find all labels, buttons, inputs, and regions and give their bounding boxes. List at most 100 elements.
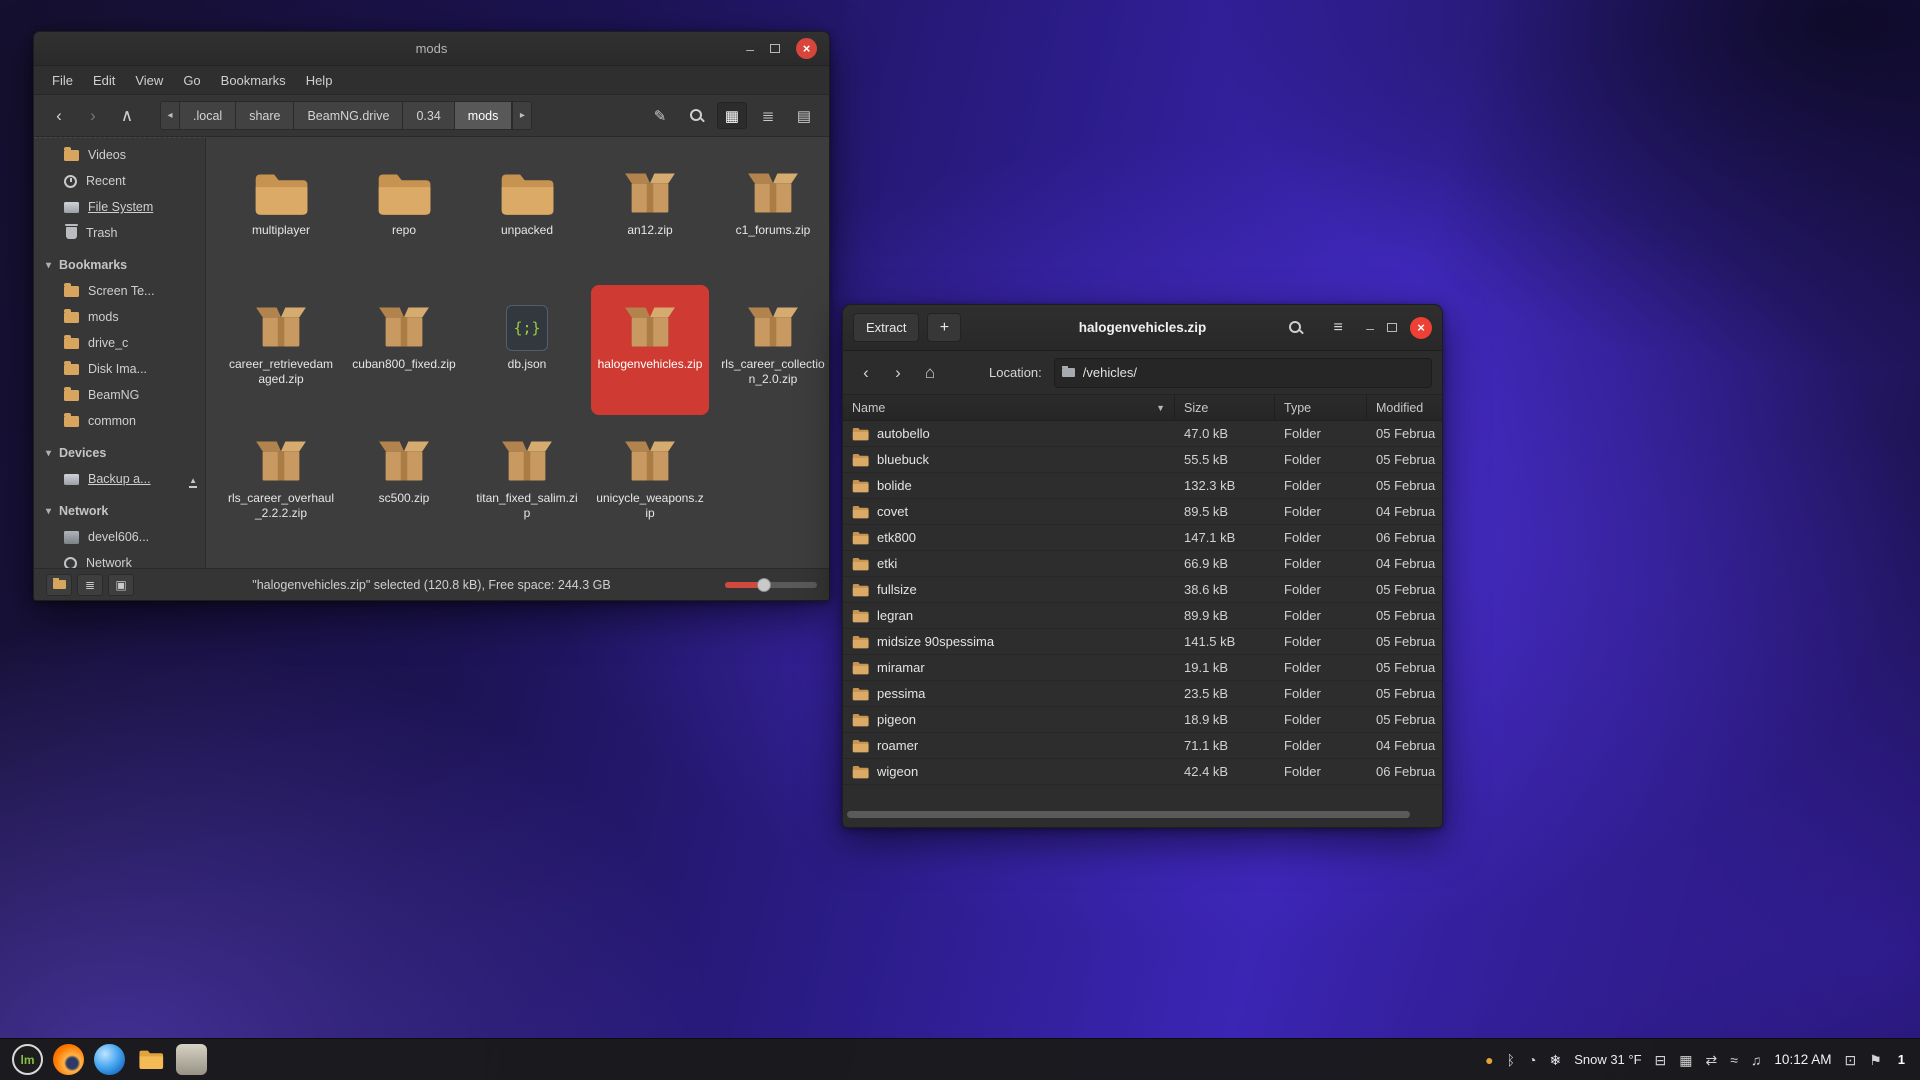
treeview-toggle-button[interactable]: ≣ (77, 574, 103, 596)
location-input[interactable] (1054, 358, 1432, 388)
weather-text[interactable]: Snow 31 °F (1574, 1052, 1641, 1067)
maximize-button[interactable] (770, 44, 780, 53)
sidebar-item[interactable]: ▾ common (34, 408, 205, 434)
zoom-slider[interactable] (725, 582, 817, 588)
sidebar-item[interactable]: ▾ Bookmarks (34, 252, 205, 278)
breadcrumb-segment[interactable]: mods (455, 101, 513, 130)
tray-icon[interactable]: ≈ (1730, 1053, 1738, 1067)
file-tile[interactable]: {;} multiplayer (222, 151, 340, 281)
list-view-button[interactable]: ≣ (753, 102, 783, 129)
breadcrumb-segment[interactable]: 0.34 (403, 101, 454, 130)
file-manager-titlebar[interactable]: mods – × (34, 32, 829, 66)
browser-launcher-icon[interactable] (94, 1044, 125, 1075)
archive-row[interactable]: fullsize 38.6 kB Folder 05 Februa (843, 577, 1442, 603)
tray-icon[interactable]: ◔ (1528, 1053, 1536, 1067)
column-header-size[interactable]: Size (1175, 395, 1275, 420)
file-tile[interactable]: {;} rls_career_collection_2.0.zip (714, 285, 829, 415)
archive-forward-icon[interactable]: › (885, 359, 911, 387)
archive-row[interactable]: pigeon 18.9 kB Folder 05 Februa (843, 707, 1442, 733)
archive-row[interactable]: pessima 23.5 kB Folder 05 Februa (843, 681, 1442, 707)
file-tile[interactable]: {;} titan_fixed_salim.zip (468, 419, 586, 549)
file-tile[interactable]: {;} unicycle_weapons.zip (591, 419, 709, 549)
archive-row[interactable]: bolide 132.3 kB Folder 05 Februa (843, 473, 1442, 499)
tray-icon[interactable]: ⚑ (1869, 1053, 1882, 1067)
section-collapse-icon[interactable]: ▾ (46, 448, 51, 459)
archive-headerbar[interactable]: Extract + halogenvehicles.zip ≡ – × (843, 305, 1442, 351)
sidebar-item[interactable]: ▾ Network (34, 550, 205, 568)
breadcrumb-segment[interactable]: BeamNG.drive (294, 101, 403, 130)
breadcrumb-scroll-left-icon[interactable]: ◂ (160, 101, 180, 130)
archive-home-icon[interactable]: ⌂ (917, 359, 943, 387)
archive-row[interactable]: bluebuck 55.5 kB Folder 05 Februa (843, 447, 1442, 473)
horizontal-scrollbar[interactable] (847, 811, 1410, 818)
column-header-name[interactable]: Name ▼ (843, 395, 1175, 420)
workspace-badge[interactable]: 1 (1895, 1052, 1908, 1067)
sidebar-toggle-button[interactable]: ▣ (108, 574, 134, 596)
add-files-button[interactable]: + (927, 313, 961, 342)
back-icon[interactable]: ‹ (44, 102, 74, 130)
tray-icon[interactable]: ❄ (1549, 1053, 1561, 1067)
sidebar-item[interactable]: ▾ Recent (34, 168, 205, 194)
tray-icon[interactable]: ⇄ (1706, 1053, 1718, 1067)
breadcrumb-segment[interactable]: share (236, 101, 294, 130)
location-entry-icon[interactable]: ✎ (645, 102, 675, 129)
archive-row[interactable]: roamer 71.1 kB Folder 04 Februa (843, 733, 1442, 759)
archive-back-icon[interactable]: ‹ (853, 359, 879, 387)
file-tile[interactable]: {;} an12.zip (591, 151, 709, 281)
breadcrumb-scroll-right-icon[interactable]: ▸ (512, 101, 532, 130)
sidebar-item[interactable]: ▾ devel606... (34, 524, 205, 550)
firefox-launcher-icon[interactable] (53, 1044, 84, 1075)
archive-row[interactable]: covet 89.5 kB Folder 04 Februa (843, 499, 1442, 525)
sidebar-item[interactable]: ▾ Screen Te... (34, 278, 205, 304)
zoom-slider-handle[interactable] (757, 578, 771, 592)
mint-menu-button[interactable]: lm (12, 1044, 43, 1075)
up-icon[interactable]: ∧ (112, 102, 142, 130)
archive-close-button[interactable]: × (1410, 317, 1432, 339)
search-icon[interactable] (681, 102, 711, 129)
archive-minimize-button[interactable]: – (1366, 321, 1374, 335)
section-collapse-icon[interactable]: ▾ (46, 506, 51, 517)
file-tile[interactable]: {;} db.json (468, 285, 586, 415)
menu-item[interactable]: View (125, 69, 173, 92)
file-tile[interactable]: {;} cuban800_fixed.zip (345, 285, 463, 415)
column-header-modified[interactable]: Modified (1367, 395, 1442, 420)
archive-row[interactable]: etk800 147.1 kB Folder 06 Februa (843, 525, 1442, 551)
clock[interactable]: 10:12 AM (1774, 1052, 1831, 1067)
sidebar-item[interactable]: ▾ BeamNG (34, 382, 205, 408)
sidebar-item[interactable]: ▾ Devices (34, 440, 205, 466)
sidebar-item[interactable]: ▾ drive_c (34, 330, 205, 356)
tray-icon[interactable]: ᛒ (1507, 1053, 1515, 1067)
menu-item[interactable]: Go (173, 69, 210, 92)
places-toggle-button[interactable] (46, 574, 72, 596)
section-collapse-icon[interactable]: ▾ (46, 260, 51, 271)
extract-button[interactable]: Extract (853, 313, 919, 342)
file-tile[interactable]: {;} c1_forums.zip (714, 151, 829, 281)
compact-view-button[interactable]: ▤ (789, 102, 819, 129)
forward-icon[interactable]: › (78, 102, 108, 130)
archive-row[interactable]: miramar 19.1 kB Folder 05 Februa (843, 655, 1442, 681)
sidebar-item[interactable]: ▾ Network (34, 498, 205, 524)
archive-row[interactable]: legran 89.9 kB Folder 05 Februa (843, 603, 1442, 629)
sidebar-item[interactable]: ▾ Backup a... (34, 466, 205, 492)
hamburger-menu-icon[interactable]: ≡ (1323, 313, 1353, 342)
breadcrumb-segment[interactable]: .local (180, 101, 236, 130)
sidebar-item[interactable]: ▾ File System (34, 194, 205, 220)
file-tile[interactable]: {;} rls_career_overhaul_2.2.2.zip (222, 419, 340, 549)
minimize-button[interactable]: – (746, 42, 754, 56)
menu-item[interactable]: Bookmarks (211, 69, 296, 92)
tray-icon[interactable]: ● (1485, 1053, 1493, 1067)
close-button[interactable]: × (796, 38, 817, 59)
grid-view-button[interactable]: ▦ (717, 102, 747, 129)
tray-icon[interactable]: ▦ (1679, 1053, 1692, 1067)
menu-item[interactable]: Edit (83, 69, 125, 92)
sidebar-item[interactable]: ▾ mods (34, 304, 205, 330)
archive-maximize-button[interactable] (1387, 323, 1397, 332)
archive-search-icon[interactable] (1280, 313, 1310, 342)
archive-row[interactable]: etki 66.9 kB Folder 04 Februa (843, 551, 1442, 577)
tray-icon[interactable]: ⊟ (1655, 1053, 1667, 1067)
archive-row[interactable]: midsize 90spessima 141.5 kB Folder 05 Fe… (843, 629, 1442, 655)
file-tile[interactable]: {;} unpacked (468, 151, 586, 281)
column-header-type[interactable]: Type (1275, 395, 1367, 420)
files-launcher-icon[interactable] (135, 1044, 166, 1075)
file-tile[interactable]: {;} career_retrievedamaged.zip (222, 285, 340, 415)
